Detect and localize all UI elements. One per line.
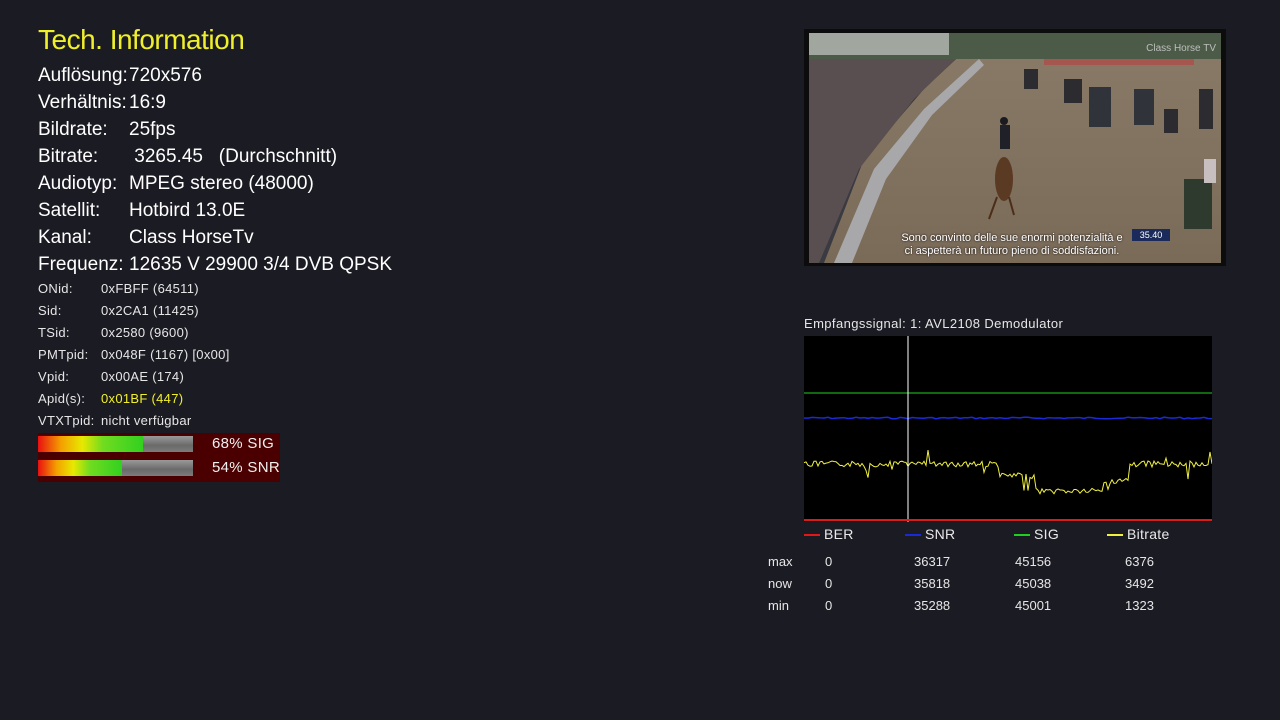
legend-ber-swatch (804, 534, 820, 537)
stats-cell-ber: 0 (825, 576, 833, 591)
page-title: Tech. Information (38, 24, 245, 55)
legend-snr: SNR (905, 526, 955, 544)
sig-meter-track (38, 436, 193, 452)
pid-label: Sid: (38, 303, 62, 318)
pid-row-vpid: Vpid: 0x00AE (174) (38, 366, 230, 388)
bitrate-series-line (803, 450, 1213, 495)
stats-cell-bitrate: 6376 (1125, 554, 1154, 569)
stats-row-name: max (768, 554, 793, 569)
info-row-channel: Kanal: Class HorseTv (38, 224, 392, 251)
stats-cell-bitrate: 3492 (1125, 576, 1154, 591)
pid-label: PMTpid: (38, 347, 89, 362)
pid-value: 0x048F (1167) [0x00] (101, 347, 230, 362)
snr-meter-track (38, 460, 193, 476)
pid-row-tsid: TSid: 0x2580 (9600) (38, 322, 230, 344)
stats-cell-snr: 35818 (914, 576, 951, 591)
info-label: Auflösung: (38, 65, 128, 86)
signal-graph-canvas (803, 336, 1213, 522)
info-row-audio: Audiotyp: MPEG stereo (48000) (38, 170, 392, 197)
info-value: 3265.45 (Durchschnitt) (129, 146, 338, 167)
stats-cell-ber: 0 (825, 598, 833, 613)
legend-snr-label: SNR (925, 526, 956, 542)
sig-meter-fill (38, 436, 144, 452)
stats-cell-sig: 45001 (1015, 598, 1052, 613)
stats-cell-sig: 45156 (1015, 554, 1052, 569)
pid-value: 0x2580 (9600) (101, 325, 189, 340)
info-row-bitrate: Bitrate: 3265.45 (Durchschnitt) (38, 143, 392, 170)
pid-row-onid: ONid: 0xFBFF (64511) (38, 278, 230, 300)
info-label: Verhältnis: (38, 92, 127, 113)
stats-cell-snr: 36317 (914, 554, 951, 569)
signal-graph (803, 336, 1213, 522)
pid-row-sid: Sid: 0x2CA1 (11425) (38, 300, 230, 322)
video-subtitle: Sono convinto delle sue enormi potenzial… (892, 232, 1132, 258)
info-row-satellite: Satellit: Hotbird 13.0E (38, 197, 392, 224)
pid-value-highlight: 0x01BF (447) (101, 391, 184, 406)
info-value: Class HorseTv (129, 227, 254, 248)
sig-meter-label: 68% SIG (212, 435, 275, 452)
pid-label: TSid: (38, 325, 70, 340)
stats-cell-snr: 35288 (914, 598, 951, 613)
snr-meter-label: 54% SNR (212, 459, 280, 476)
info-value: 12635 V 29900 3/4 DVB QPSK (129, 254, 393, 275)
channel-logo: Class Horse TV (1146, 43, 1216, 54)
subtitle-line-1: Sono convinto delle sue enormi potenzial… (901, 232, 1123, 244)
legend-ber-label: BER (824, 526, 854, 542)
legend-bitrate-swatch (1107, 534, 1123, 537)
snr-series-line (803, 416, 1213, 420)
legend-ber: BER (804, 526, 854, 544)
info-label: Bildrate: (38, 119, 108, 140)
sig-meter: 68% SIG (38, 434, 280, 455)
pid-label: VTXTpid: (38, 413, 95, 428)
stats-row-name: now (768, 576, 792, 591)
pid-value: 0xFBFF (64511) (101, 281, 199, 296)
info-label: Audiotyp: (38, 173, 118, 194)
signal-meters: 68% SIG 54% SNR (38, 433, 280, 482)
snr-meter: 54% SNR (38, 458, 280, 479)
info-label: Satellit: (38, 200, 101, 221)
info-row-frequency: Frequenz: 12635 V 29900 3/4 DVB QPSK (38, 251, 392, 278)
video-preview: Class Horse TV 35.40 Sono convinto delle… (804, 29, 1226, 266)
score-overlay: 35.40 (1132, 229, 1170, 241)
pid-row-vtxtpid: VTXTpid: nicht verfügbar (38, 410, 230, 432)
info-row-resolution: Auflösung:720x576 (38, 62, 392, 89)
snr-meter-fill (38, 460, 122, 476)
info-value: MPEG stereo (48000) (129, 173, 314, 194)
info-value: 16:9 (129, 92, 166, 113)
pid-value: 0x2CA1 (11425) (101, 303, 199, 318)
legend-sig-swatch (1014, 534, 1030, 537)
stats-cell-sig: 45038 (1015, 576, 1052, 591)
stats-cell-ber: 0 (825, 554, 833, 569)
info-label: Bitrate: (38, 146, 99, 167)
legend-bitrate-label: Bitrate (1127, 526, 1170, 542)
pid-info-list: ONid: 0xFBFF (64511) Sid: 0x2CA1 (11425) T… (38, 278, 230, 432)
info-row-aspect: Verhältnis: 16:9 (38, 89, 392, 116)
info-value: 720x576 (129, 65, 202, 86)
main-info-list: Auflösung:720x576 Verhältnis: 16:9 Bildra… (38, 62, 392, 278)
info-value: Hotbird 13.0E (129, 200, 246, 221)
legend-sig: SIG (1014, 526, 1059, 544)
legend-snr-swatch (905, 534, 921, 537)
pid-row-pmtpid: PMTpid: 0x048F (1167) [0x00] (38, 344, 230, 366)
info-row-framerate: Bildrate: 25fps (38, 116, 392, 143)
info-label: Frequenz: (38, 254, 124, 275)
legend-bitrate: Bitrate (1107, 526, 1170, 544)
info-value: 25fps (129, 119, 176, 140)
pid-value: 0x00AE (174) (101, 369, 185, 384)
pid-label: Apid(s): (38, 391, 86, 406)
pid-label: Vpid: (38, 369, 70, 384)
info-label: Kanal: (38, 227, 92, 248)
subtitle-line-2: ci aspetterà un futuro pieno di soddisfa… (904, 245, 1120, 257)
legend-sig-label: SIG (1034, 526, 1060, 542)
stats-row-name: min (768, 598, 789, 613)
stats-cell-bitrate: 1323 (1125, 598, 1154, 613)
pid-row-apid: Apid(s): 0x01BF (447) (38, 388, 230, 410)
signal-graph-title: Empfangssignal: 1: AVL2108 Demodulator (804, 316, 1064, 331)
pid-value: nicht verfügbar (101, 413, 192, 428)
pid-label: ONid: (38, 281, 73, 296)
